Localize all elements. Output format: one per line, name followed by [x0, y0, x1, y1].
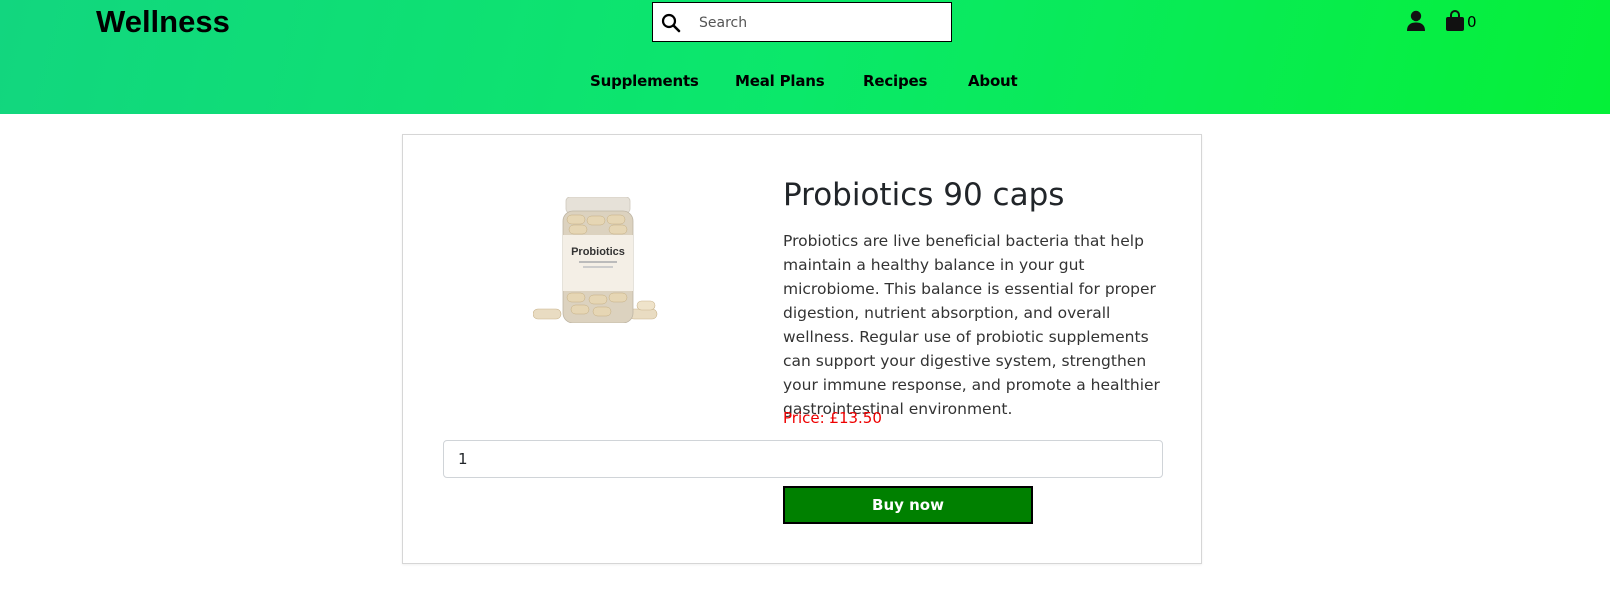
- product-description: Probiotics are live beneficial bacteria …: [783, 232, 1160, 418]
- search-icon[interactable]: [661, 13, 681, 33]
- buy-now-button[interactable]: Buy now: [783, 486, 1033, 524]
- user-icon[interactable]: [1406, 10, 1426, 32]
- product-card: Probiotics Probiotics 90 caps Probiotics…: [402, 134, 1202, 564]
- cart-count[interactable]: 0: [1467, 13, 1477, 31]
- brand-logo[interactable]: Wellness: [96, 4, 230, 40]
- shopping-bag-icon[interactable]: [1445, 10, 1465, 32]
- product-image: Probiotics: [533, 197, 658, 323]
- search-box[interactable]: [652, 2, 952, 42]
- nav-item-about[interactable]: About: [968, 72, 1018, 90]
- nav-item-supplements[interactable]: Supplements: [590, 72, 699, 90]
- nav-item-recipes[interactable]: Recipes: [863, 72, 927, 90]
- nav-item-meal-plans[interactable]: Meal Plans: [735, 72, 825, 90]
- product-price: Price: £13.50: [783, 409, 882, 427]
- product-image-label: Probiotics: [571, 246, 625, 258]
- search-input[interactable]: [699, 9, 939, 37]
- quantity-input[interactable]: [443, 440, 1163, 478]
- main-nav: Supplements Meal Plans Recipes About: [0, 72, 1610, 96]
- site-header: Wellness 0 Supplements Meal Plans Recipe…: [0, 0, 1610, 114]
- product-title: Probiotics 90 caps: [783, 177, 1065, 213]
